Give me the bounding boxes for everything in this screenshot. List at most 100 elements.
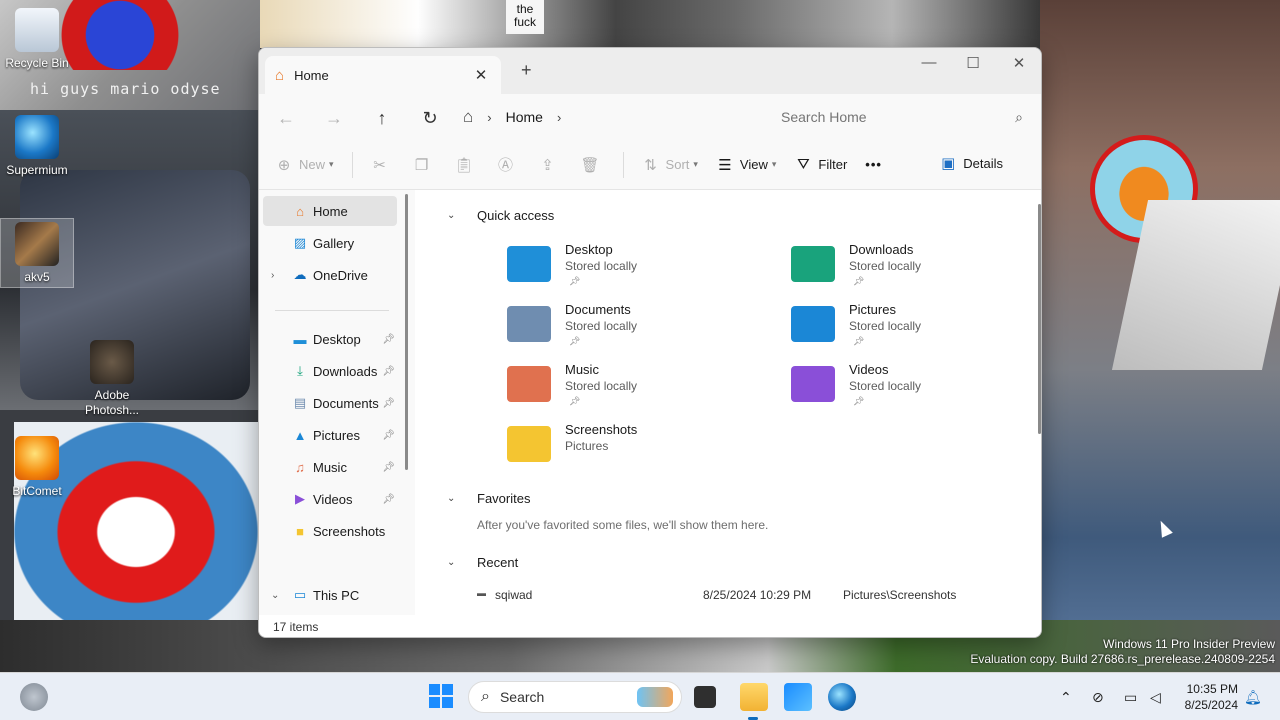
file-explorer-icon[interactable] xyxy=(740,683,768,711)
close-window-button[interactable]: ✕ xyxy=(999,54,1039,72)
nav-scrollbar[interactable] xyxy=(405,194,408,470)
quick-access-item-downloads[interactable]: Downloads Stored locally 📌︎ xyxy=(791,242,1021,298)
search-highlight-icon xyxy=(637,687,673,707)
maximize-button[interactable]: ☐ xyxy=(953,54,993,72)
os-watermark: Windows 11 Pro Insider Preview Evaluatio… xyxy=(970,637,1275,667)
up-arrow-icon[interactable]: ↑ xyxy=(367,104,397,132)
search-input[interactable] xyxy=(781,109,1016,125)
volume-icon[interactable]: ◁ xyxy=(1150,673,1161,720)
terminal-icon[interactable] xyxy=(694,686,716,708)
nav-item-screenshots[interactable]: ■ Screenshots xyxy=(263,516,397,546)
tab-home[interactable]: ⌂ Home ✕ xyxy=(265,56,501,94)
new-button[interactable]: ⊕ New ▾ xyxy=(275,156,334,174)
content-scrollbar[interactable] xyxy=(1038,204,1041,434)
back-arrow-icon[interactable]: ← xyxy=(271,104,301,132)
desktop-icon-adobe-photoshop[interactable]: Adobe Photosh... xyxy=(72,340,152,418)
pin-icon: 📌︎ xyxy=(853,396,865,406)
wallpaper-image xyxy=(60,0,210,70)
nav-item-label: Downloads xyxy=(313,363,378,379)
chevron-right-icon[interactable]: › xyxy=(271,270,274,281)
nav-item-music[interactable]: ♫ Music 📌︎ xyxy=(263,452,397,482)
downloads-folder-icon xyxy=(791,246,835,282)
file-name: sqiwad xyxy=(495,588,533,602)
close-tab-icon[interactable]: ✕ xyxy=(471,66,491,84)
recent-header[interactable]: ⌄ Recent xyxy=(447,555,518,570)
quick-access-header[interactable]: ⌄ Quick access xyxy=(447,208,554,223)
paste-button[interactable]: 📋︎ xyxy=(455,156,479,174)
taskbar-search[interactable]: ⌕ Search xyxy=(468,681,682,713)
rename-icon: Ⓐ xyxy=(498,157,514,174)
microsoft-store-icon[interactable] xyxy=(784,683,812,711)
nav-item-label: Music xyxy=(313,459,347,475)
nav-item-gallery[interactable]: ▨ Gallery xyxy=(263,228,397,258)
supermium-browser-icon[interactable] xyxy=(828,683,856,711)
photoshop-icon xyxy=(90,340,134,384)
browser-icon xyxy=(15,115,59,159)
widgets-icon[interactable] xyxy=(20,683,48,711)
nav-item-onedrive[interactable]: › ☁ OneDrive xyxy=(263,260,397,290)
cut-button[interactable]: ✂ xyxy=(371,156,395,174)
item-subtitle: Stored locally xyxy=(565,259,638,273)
share-button[interactable]: ⇪ xyxy=(539,156,563,174)
quick-access-item-music[interactable]: Music Stored locally 📌︎ xyxy=(507,362,737,418)
details-button[interactable]: ▣ Details xyxy=(939,154,1003,172)
nav-item-label: Videos xyxy=(313,491,353,507)
status-bar: 17 items xyxy=(259,615,1041,637)
plus-circle-icon: ⊕ xyxy=(277,156,291,174)
item-name: Videos xyxy=(849,362,889,377)
desktop-icon-bitcomet[interactable]: BitComet xyxy=(0,436,77,499)
desktop-icon-akv5[interactable]: akv5 xyxy=(0,218,74,288)
forward-arrow-icon[interactable]: → xyxy=(319,104,349,132)
tab-label: Home xyxy=(294,67,329,83)
display-icon[interactable]: ▭ xyxy=(1124,673,1137,720)
recent-file-row[interactable]: ▬ sqiwad 8/25/2024 10:29 PM Pictures\Scr… xyxy=(477,588,1007,608)
network-icon[interactable]: ⊘ xyxy=(1092,673,1104,720)
desktop-icon-recycle-bin[interactable]: Recycle Bin xyxy=(0,8,77,71)
new-tab-button[interactable]: + xyxy=(521,60,532,81)
nav-item-documents[interactable]: ▤ Documents 📌︎ xyxy=(263,388,397,418)
favorites-header[interactable]: ⌄ Favorites xyxy=(447,491,530,506)
desktop-icon-label: Recycle Bin xyxy=(5,56,69,70)
sort-button[interactable]: ⇅ Sort ▾ xyxy=(642,156,698,174)
breadcrumb-item[interactable]: Home xyxy=(506,109,543,125)
tab-bar: ⌂ Home ✕ + — ☐ ✕ xyxy=(259,48,1041,94)
chevron-down-icon[interactable]: ⌄ xyxy=(271,590,279,601)
nav-item-downloads[interactable]: ⤓ Downloads 📌︎ xyxy=(263,356,397,386)
filter-button[interactable]: ⛛ Filter xyxy=(794,156,847,173)
nav-item-this-pc[interactable]: ⌄ ▭ This PC xyxy=(263,580,397,610)
minimize-button[interactable]: — xyxy=(909,54,949,71)
quick-access-item-videos[interactable]: Videos Stored locally 📌︎ xyxy=(791,362,1021,418)
watermark-line: Evaluation copy. Build 27686.rs_prerelea… xyxy=(970,652,1275,666)
more-options-button[interactable]: ••• xyxy=(865,157,882,172)
picture-icon: ▲ xyxy=(293,427,307,443)
nav-item-label: OneDrive xyxy=(313,267,368,283)
quick-access-item-pictures[interactable]: Pictures Stored locally 📌︎ xyxy=(791,302,1021,358)
rename-button[interactable]: Ⓐ xyxy=(497,154,521,175)
delete-button[interactable]: 🗑︎ xyxy=(581,156,605,174)
desktop-icon-supermium[interactable]: Supermium xyxy=(0,115,77,178)
chevron-right-icon[interactable]: › xyxy=(557,110,561,125)
nav-item-home[interactable]: ⌂ Home xyxy=(263,196,397,226)
notifications-button[interactable]: 🔔︎ xyxy=(1244,673,1262,720)
filter-icon: ⛛ xyxy=(797,156,810,173)
section-title: Quick access xyxy=(477,208,555,223)
view-icon: ☰ xyxy=(718,156,732,174)
monitor-icon: ▭ xyxy=(1124,688,1138,705)
refresh-icon[interactable]: ↻ xyxy=(415,104,445,132)
nav-item-label: Desktop xyxy=(313,331,361,347)
search-box[interactable]: ⌕ xyxy=(771,100,1033,134)
nav-item-desktop[interactable]: ▬ Desktop 📌︎ xyxy=(263,324,397,354)
nav-item-videos[interactable]: ▶ Videos 📌︎ xyxy=(263,484,397,514)
nav-item-pictures[interactable]: ▲ Pictures 📌︎ xyxy=(263,420,397,450)
item-name: Documents xyxy=(565,302,631,317)
home-icon[interactable]: ⌂ xyxy=(463,107,473,127)
show-hidden-icons-button[interactable]: ⌃ xyxy=(1060,673,1072,720)
breadcrumb[interactable]: ⌂ › Home › xyxy=(463,100,763,134)
quick-access-item-screenshots[interactable]: Screenshots Pictures xyxy=(507,422,737,478)
view-button[interactable]: ☰ View ▾ xyxy=(716,156,776,174)
copy-button[interactable]: ❐ xyxy=(413,156,437,174)
system-clock[interactable]: 10:35 PM 8/25/2024 xyxy=(1172,681,1238,713)
quick-access-item-documents[interactable]: Documents Stored locally 📌︎ xyxy=(507,302,737,358)
quick-access-item-desktop[interactable]: Desktop Stored locally 📌︎ xyxy=(507,242,737,298)
start-button[interactable] xyxy=(428,683,456,711)
